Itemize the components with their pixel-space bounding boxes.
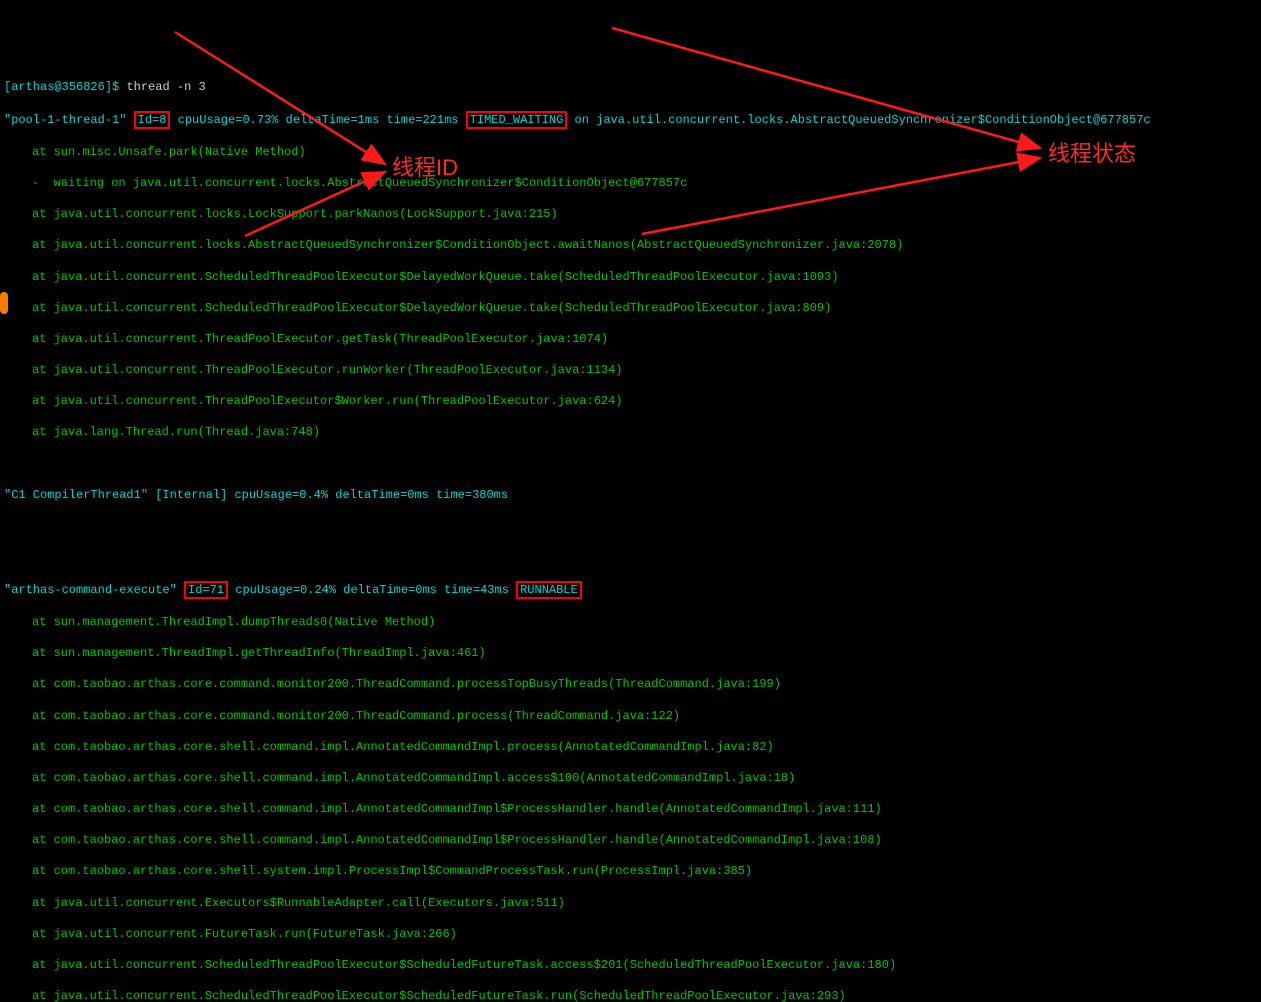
stack-line: at com.taobao.arthas.core.shell.command.…: [4, 740, 1257, 756]
stack-line: at sun.management.ThreadImpl.getThreadIn…: [4, 646, 1257, 662]
thread1-state-box: TIMED_WAITING: [466, 111, 568, 129]
stack-line: at java.util.concurrent.ScheduledThreadP…: [4, 958, 1257, 974]
thread2-header: "arthas-command-execute" Id=71 cpuUsage=…: [4, 581, 1257, 599]
stack-line: at com.taobao.arthas.core.shell.system.i…: [4, 864, 1257, 880]
stack-line: at java.util.concurrent.locks.LockSuppor…: [4, 207, 1257, 223]
thread1-id-box: Id=8: [134, 111, 171, 129]
stack-line: at com.taobao.arthas.core.command.monito…: [4, 709, 1257, 725]
prompt-close: ]$: [105, 80, 119, 94]
compiler-thread-line: "C1 CompilerThread1" [Internal] cpuUsage…: [4, 488, 1257, 504]
prompt-user: arthas: [11, 80, 54, 94]
prompt-line-1[interactable]: [arthas@356826]$ thread -n 3: [4, 80, 1257, 96]
thread2-name: "arthas-command-execute": [4, 583, 177, 597]
thread1-metrics-a: cpuUsage=0.73% deltaTime=1ms time=221ms: [170, 113, 465, 127]
stack-line: at sun.misc.Unsafe.park(Native Method): [4, 145, 1257, 161]
stack-line: at java.util.concurrent.Executors$Runnab…: [4, 896, 1257, 912]
thread1-name: "pool-1-thread-1": [4, 113, 126, 127]
thread2-metrics-a: cpuUsage=0.24% deltaTime=0ms time=43ms: [228, 583, 516, 597]
stack-line: at java.util.concurrent.locks.AbstractQu…: [4, 238, 1257, 254]
stack-line: at java.util.concurrent.ThreadPoolExecut…: [4, 394, 1257, 410]
stack-line: at java.util.concurrent.ThreadPoolExecut…: [4, 332, 1257, 348]
stack-line: at sun.management.ThreadImpl.dumpThreads…: [4, 615, 1257, 631]
stack-line: at java.util.concurrent.ThreadPoolExecut…: [4, 363, 1257, 379]
stack-line: at com.taobao.arthas.core.shell.command.…: [4, 771, 1257, 787]
stack-line: at com.taobao.arthas.core.shell.command.…: [4, 802, 1257, 818]
stack-line: at com.taobao.arthas.core.command.monito…: [4, 677, 1257, 693]
stack-line: at com.taobao.arthas.core.shell.command.…: [4, 833, 1257, 849]
thread1-metrics-b: on java.util.concurrent.locks.AbstractQu…: [567, 113, 1150, 127]
thread1-header: "pool-1-thread-1" Id=8 cpuUsage=0.73% de…: [4, 111, 1257, 129]
stack-line: at java.util.concurrent.ScheduledThreadP…: [4, 989, 1257, 1002]
stack-line: at java.util.concurrent.ScheduledThreadP…: [4, 270, 1257, 286]
command-text: thread -n 3: [126, 80, 205, 94]
stack-line: at java.util.concurrent.FutureTask.run(F…: [4, 927, 1257, 943]
stack-line: - waiting on java.util.concurrent.locks.…: [4, 176, 1257, 192]
thread2-state-box: RUNNABLE: [516, 581, 582, 599]
terminal-viewport[interactable]: [arthas@356826]$ thread -n 3 "pool-1-thr…: [0, 62, 1261, 1002]
scroll-marker: [0, 292, 8, 314]
stack-line: at java.lang.Thread.run(Thread.java:748): [4, 425, 1257, 441]
stack-line: at java.util.concurrent.ScheduledThreadP…: [4, 301, 1257, 317]
prompt-host: 356826: [62, 80, 105, 94]
thread2-id-box: Id=71: [184, 581, 228, 599]
